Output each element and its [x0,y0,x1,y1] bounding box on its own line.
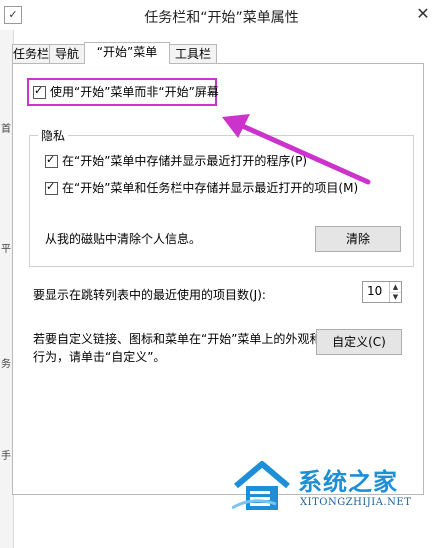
properties-window: 首 平 务 手 ✓ 任务栏和“开始”菜单属性 ✕ 任务栏 导航 “开始”菜单 工… [0,0,443,548]
window-title: 任务栏和“开始”菜单属性 [144,10,299,26]
use-start-menu-label: 使用“开始”菜单而非“开始”屏幕 [50,85,219,99]
watermark: 系统之家 XITONGZHIJIA.NET [232,456,437,518]
jump-list-count-value[interactable]: 10 [367,284,382,298]
store-items-checkbox[interactable] [45,180,58,195]
house-logo-icon [232,461,290,510]
watermark-brand: 系统之家 [298,468,398,496]
jump-list-count-stepper[interactable]: 10 ▲ ▼ [362,281,402,303]
store-programs-label: 在“开始”菜单中存储并显示最近打开的程序(P) [62,154,308,168]
tab-panel [12,63,424,495]
background-fragment: 平 [1,244,11,255]
tab-toolbars[interactable]: 工具栏 [169,44,217,63]
use-start-menu-checkbox[interactable] [33,84,46,99]
close-button[interactable]: ✕ [413,4,433,24]
jump-list-label: 要显示在跳转列表中的最近使用的项目数(J): [33,288,266,302]
store-items-option[interactable]: 在“开始”菜单和任务栏中存储并显示最近打开的项目(M) [45,179,358,196]
background-fragment: 手 [1,451,11,462]
tab-start-menu[interactable]: “开始”菜单 [84,42,170,64]
tab-navigation[interactable]: 导航 [49,44,85,63]
customize-button[interactable]: 自定义(C) [316,329,402,355]
privacy-group-title: 隐私 [38,127,69,144]
spin-down-icon[interactable]: ▼ [389,292,401,302]
store-programs-checkbox[interactable] [45,153,58,168]
use-start-menu-option[interactable]: 使用“开始”菜单而非“开始”屏幕 [33,83,219,100]
clear-tiles-text: 从我的磁贴中清除个人信息。 [45,232,202,246]
watermark-url: XITONGZHIJIA.NET [300,497,412,508]
background-fragment: 务 [1,359,11,370]
store-items-label: 在“开始”菜单和任务栏中存储并显示最近打开的项目(M) [62,181,359,195]
clear-button[interactable]: 清除 [315,226,401,252]
title-bar: ✓ 任务栏和“开始”菜单属性 ✕ [0,0,443,30]
background-fragment: 首 [1,124,11,135]
customize-text-line2: 行为，请单击“自定义”。 [33,350,166,364]
tab-taskbar[interactable]: 任务栏 [12,44,50,63]
customize-text-line1: 若要自定义链接、图标和菜单在“开始”菜单上的外观和 [33,332,322,346]
store-programs-option[interactable]: 在“开始”菜单中存储并显示最近打开的程序(P) [45,152,307,169]
